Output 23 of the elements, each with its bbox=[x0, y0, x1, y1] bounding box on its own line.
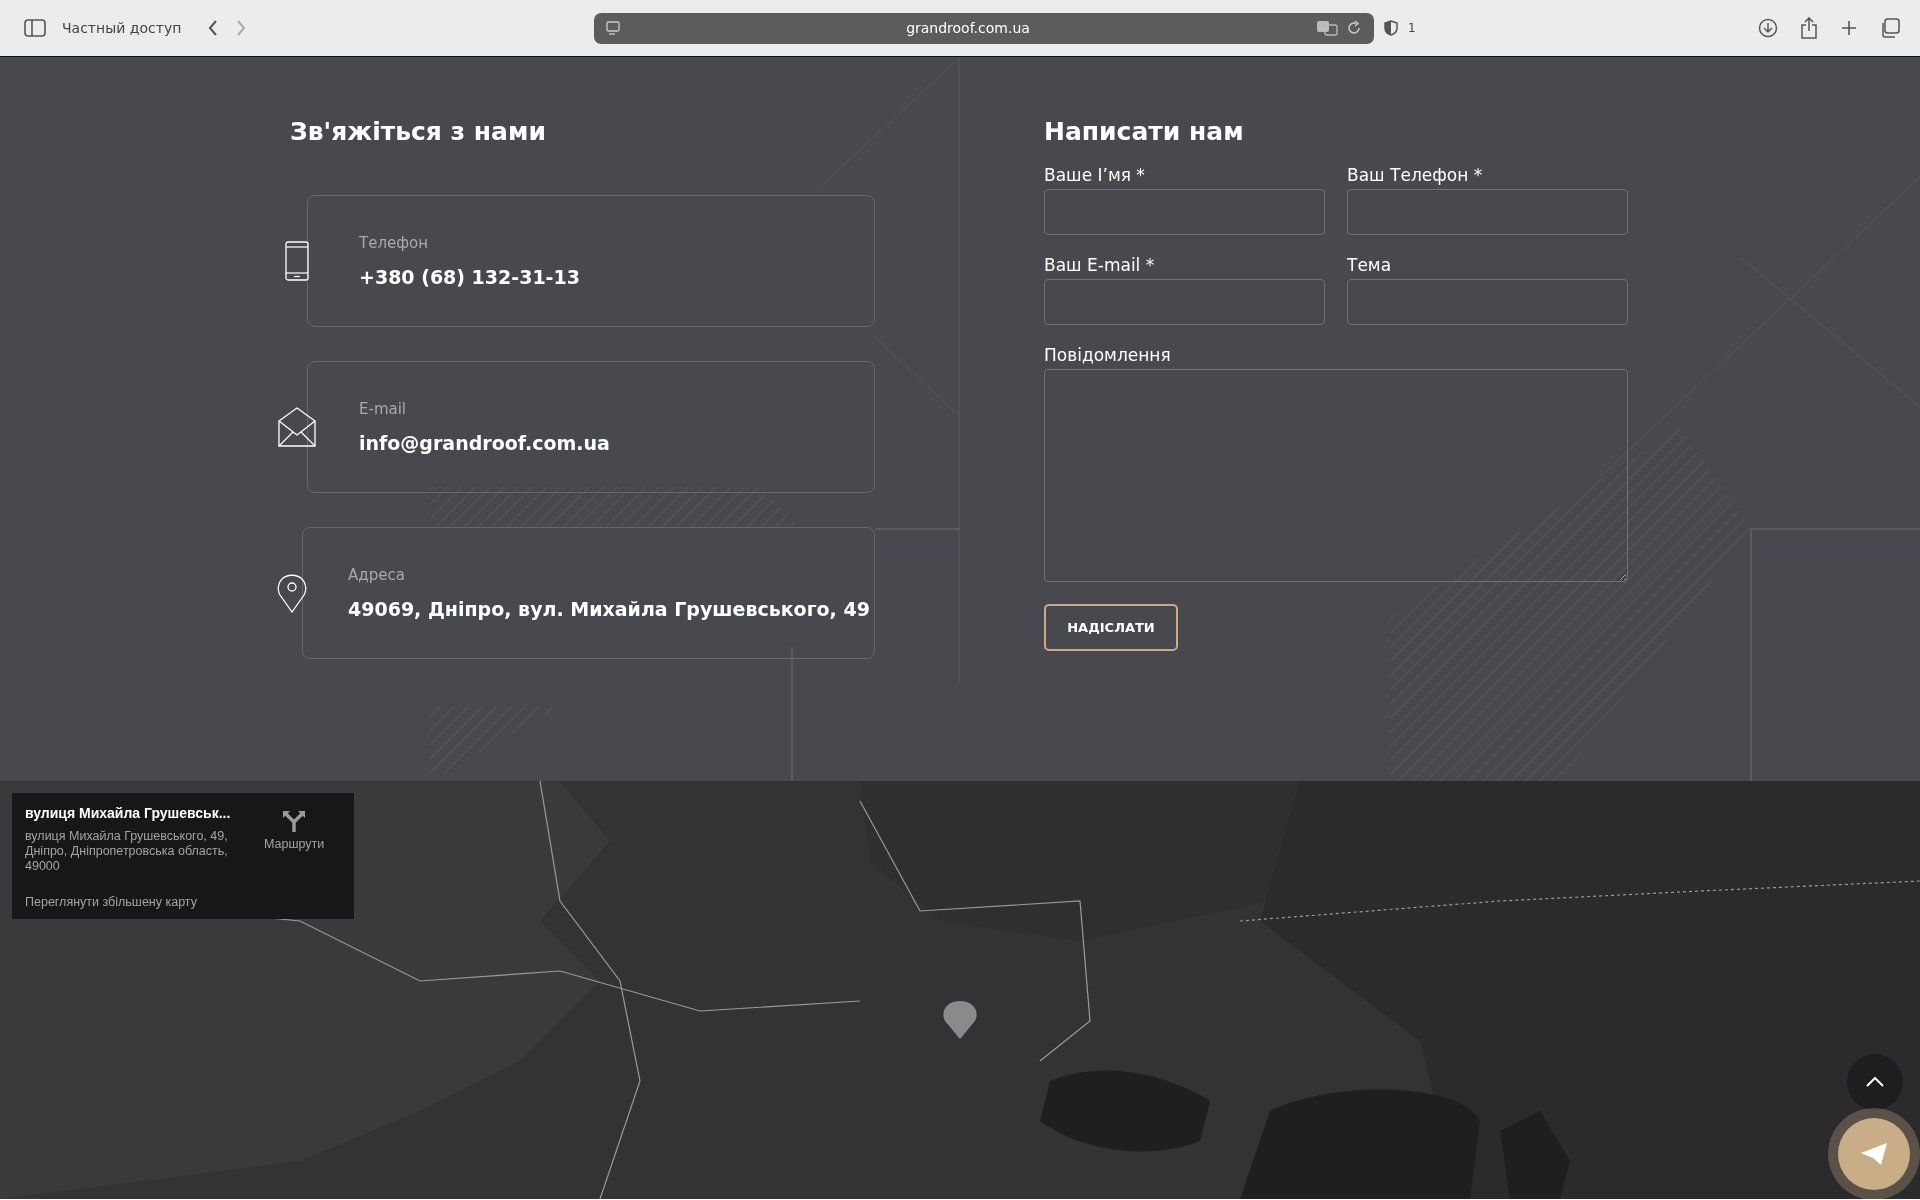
url-text: grandroof.com.ua bbox=[905, 20, 1031, 36]
contact-value: 49069, Дніпро, вул. Михайла Грушевського, 49 bbox=[348, 598, 870, 620]
directions-link[interactable]: Маршрути bbox=[264, 809, 325, 851]
section-heading: Зв'яжіться з нами bbox=[290, 117, 547, 148]
contact-value: info@grandroof.com.ua bbox=[359, 432, 610, 454]
place-title: вулиця Михайла Грушевськ... bbox=[25, 805, 232, 821]
section-heading: Написати нам bbox=[1044, 117, 1245, 148]
contact-value: +380 (68) 132-31-13 bbox=[359, 266, 580, 288]
field-label: Ваш Телефон * bbox=[1347, 165, 1484, 185]
send-button[interactable]: НАДІСЛАТИ bbox=[1044, 604, 1178, 651]
contact-label: Адреса bbox=[348, 566, 406, 584]
field-label: Ваше І’мя * bbox=[1044, 165, 1146, 185]
contact-label: Телефон bbox=[359, 234, 430, 252]
field-label: Повідомлення bbox=[1044, 345, 1172, 365]
field-label: Тема bbox=[1347, 255, 1393, 275]
tracker-count: 1 bbox=[1408, 21, 1416, 35]
private-browsing-label: Частный доступ bbox=[62, 20, 182, 36]
directions-label: Маршрути bbox=[264, 837, 325, 851]
larger-map-link[interactable]: Переглянути збільшену карту bbox=[25, 895, 260, 909]
place-address: вулиця Михайла Грушевського, 49, Дніпро, Дніпропетровська область, 49000 bbox=[25, 829, 229, 874]
address-bar[interactable]: grandroof.com.ua bbox=[594, 12, 1374, 44]
field-label: Ваш E-mail * bbox=[1044, 255, 1156, 275]
contact-label: E-mail bbox=[359, 400, 408, 418]
